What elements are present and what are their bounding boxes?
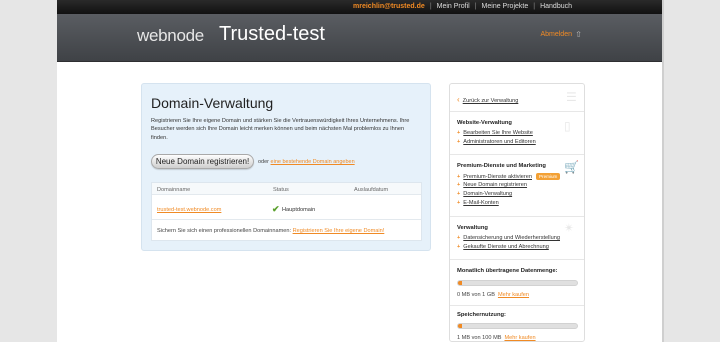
plus-icon: + <box>457 139 461 145</box>
top-nav: mreichlin@trusted.de | Mein Profil | Mei… <box>353 3 572 10</box>
alt-domain-text: oder eine bestehende Domain angeben <box>258 159 355 165</box>
list-icon: ☰ <box>566 90 577 104</box>
sidebar-item-admins[interactable]: + Administratoren und Editoren <box>457 139 536 145</box>
plus-icon: + <box>457 235 461 241</box>
divider <box>450 259 584 260</box>
item-label: Neue Domain registrieren <box>463 182 528 188</box>
plus-icon: + <box>457 200 461 206</box>
table-footer: Sichern Sie sich einen professionellen D… <box>157 228 384 234</box>
item-label: Gekaufte Dienste und Abrechnung <box>463 244 549 250</box>
buy-storage-link[interactable]: Mehr kaufen <box>504 335 535 341</box>
section-title-premium: Premium-Dienste und Marketing <box>457 163 546 169</box>
plus-icon: + <box>457 173 461 180</box>
site-header: webnode Trusted-test Abmelden ⇧ <box>57 14 662 62</box>
item-label: Bearbeiten Sie Ihre Website <box>463 130 533 136</box>
nav-projects-link[interactable]: Meine Projekte <box>482 3 529 10</box>
storage-progress-bar <box>457 323 578 329</box>
sidebar-item-backup[interactable]: + Datensicherung und Wiederherstellung <box>457 235 560 241</box>
item-label: E-Mail-Konten <box>463 200 499 206</box>
column-header-status: Status <box>273 187 289 193</box>
nav-separator: | <box>533 3 536 10</box>
sidebar-item-billing[interactable]: + Gekaufte Dienste und Abrechnung <box>457 244 549 250</box>
sidebar-item-domain-management[interactable]: + Domain-Verwaltung <box>457 191 512 197</box>
back-link[interactable]: ‹ Zurück zur Verwaltung <box>457 95 518 104</box>
site-title: Trusted-test <box>219 23 325 45</box>
page-title: Domain-Verwaltung <box>151 95 274 111</box>
divider <box>450 305 584 306</box>
plus-icon: + <box>457 244 461 250</box>
column-header-domain: Domainname <box>157 187 191 193</box>
sidebar-item-email[interactable]: + E-Mail-Konten <box>457 200 499 206</box>
alt-prefix: oder <box>258 159 270 165</box>
domain-table: Domainname Status Auslaufdatum trusted-t… <box>151 182 422 241</box>
sidebar-item-new-domain[interactable]: + Neue Domain registrieren <box>457 182 527 188</box>
plus-icon: + <box>457 182 461 188</box>
storage-progress-fill <box>458 324 462 328</box>
domain-name-link[interactable]: trusted-test.webnode.com <box>157 207 221 213</box>
right-gutter <box>662 0 720 342</box>
traffic-usage-text: 0 MB von 1 GB <box>457 292 495 298</box>
table-row: trusted-test.webnode.com ✔ Hauptdomain <box>152 195 421 220</box>
plus-icon: + <box>457 191 461 197</box>
item-label: Premium-Dienste aktivieren <box>463 173 532 180</box>
register-own-domain-link[interactable]: Registrieren Sie Ihre eigene Domain! <box>293 228 385 234</box>
left-gutter <box>0 0 57 342</box>
existing-domain-link[interactable]: eine bestehende Domain angeben <box>271 159 355 165</box>
item-label: Domain-Verwaltung <box>463 191 513 197</box>
back-link-label: Zurück zur Verwaltung <box>462 98 519 104</box>
gears-icon: ✴ <box>564 221 575 235</box>
user-email-link[interactable]: mreichlin@trusted.de <box>353 3 425 10</box>
website-icon: ▯ <box>564 119 571 133</box>
buy-traffic-link[interactable]: Mehr kaufen <box>498 292 529 298</box>
nav-separator: | <box>429 3 432 10</box>
webnode-logo[interactable]: webnode <box>137 26 204 46</box>
domain-status: Hauptdomain <box>282 207 316 213</box>
divider <box>450 154 584 155</box>
logout-link[interactable]: Abmelden <box>540 31 572 38</box>
storage-usage-text: 1 MB von 100 MB <box>457 335 502 341</box>
traffic-title: Monatlich übertragene Datenmenge: <box>457 268 558 274</box>
page-description: Registrieren Sie Ihre eigene Domain und … <box>151 118 410 141</box>
plus-icon: + <box>457 130 461 136</box>
item-label: Datensicherung und Wiederherstellung <box>463 235 560 241</box>
divider <box>450 216 584 217</box>
footer-text: Sichern Sie sich einen professionellen D… <box>157 228 292 234</box>
nav-profile-link[interactable]: Mein Profil <box>437 3 470 10</box>
checkmark-icon: ✔ <box>272 204 280 214</box>
sidebar-item-edit-website[interactable]: + Bearbeiten Sie Ihre Website <box>457 130 533 136</box>
top-bar: mreichlin@trusted.de | Mein Profil | Mei… <box>57 0 662 14</box>
traffic-progress-fill <box>458 281 462 285</box>
storage-usage: 1 MB von 100 MB Mehr kaufen <box>457 335 536 341</box>
storage-title: Speichernutzung: <box>457 312 506 318</box>
section-title-admin: Verwaltung <box>457 225 488 231</box>
nav-separator: | <box>474 3 477 10</box>
content-area: Domain-Verwaltung Registrieren Sie Ihre … <box>57 62 662 342</box>
section-title-website: Website-Verwaltung <box>457 120 512 126</box>
logout-icon[interactable]: ⇧ <box>575 30 582 39</box>
traffic-usage: 0 MB von 1 GB Mehr kaufen <box>457 292 529 298</box>
divider <box>450 111 584 112</box>
table-header: Domainname Status Auslaufdatum <box>152 183 421 195</box>
premium-badge: Premium <box>535 173 561 180</box>
sidebar: ☰ ‹ Zurück zur Verwaltung ▯ Website-Verwa… <box>449 83 585 342</box>
sidebar-item-premium[interactable]: + Premium-Dienste aktivieren Premium <box>457 173 561 180</box>
nav-manual-link[interactable]: Handbuch <box>540 3 572 10</box>
cart-icon: 🛒 <box>564 160 579 174</box>
chevron-left-icon: ‹ <box>457 95 460 104</box>
register-domain-button[interactable]: Neue Domain registrieren! <box>151 154 254 169</box>
domain-panel: Domain-Verwaltung Registrieren Sie Ihre … <box>141 83 431 251</box>
traffic-progress-bar <box>457 280 578 286</box>
column-header-expires: Auslaufdatum <box>354 187 389 193</box>
item-label: Administratoren und Editoren <box>463 139 536 145</box>
